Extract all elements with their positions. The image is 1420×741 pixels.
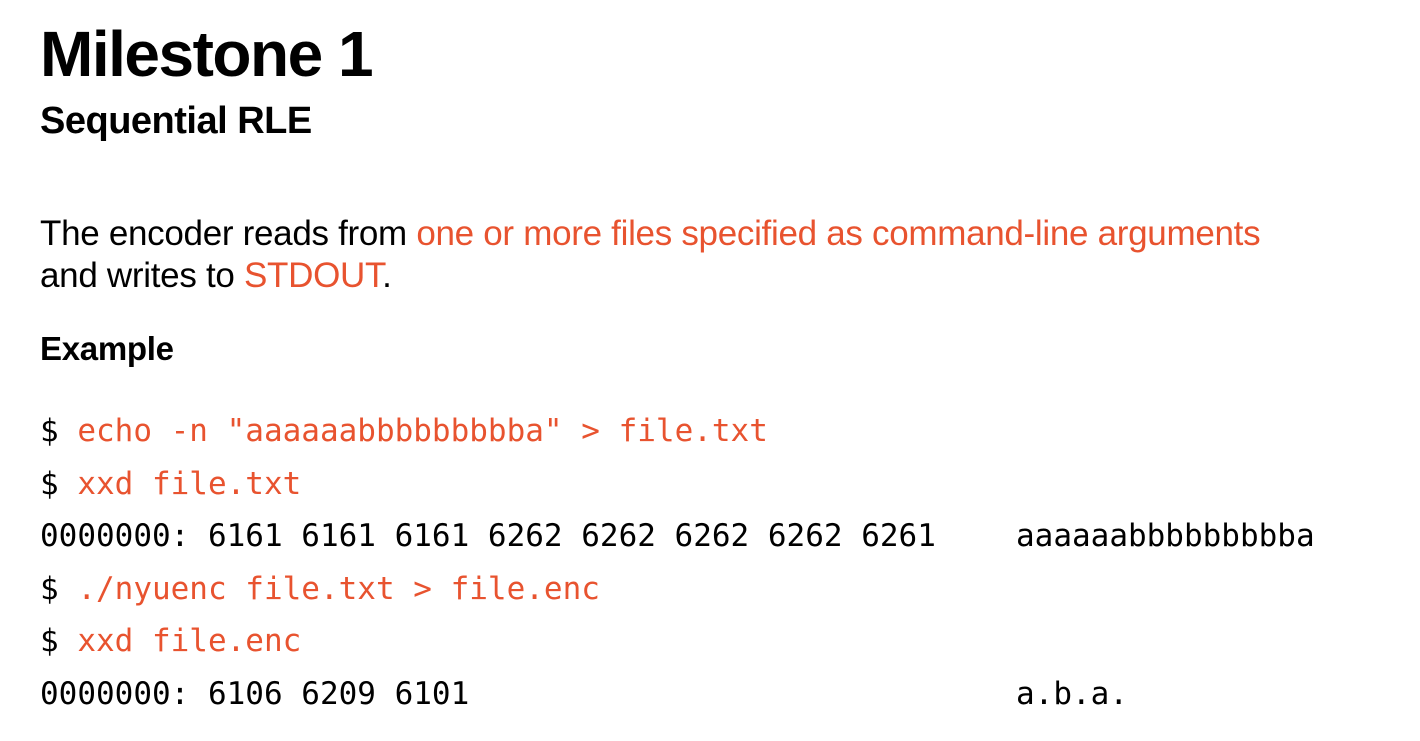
description-highlight-output: STDOUT	[243, 256, 383, 295]
hex-dump: 0000000: 6106 6209 6101	[40, 675, 470, 712]
command-text: echo -n "aaaaaabbbbbbbbba" > file.txt	[77, 413, 768, 449]
ascii-dump: a.b.a.	[1016, 675, 1128, 712]
command-text: xxd file.txt	[77, 465, 302, 502]
slide-subtitle: Sequential RLE	[40, 100, 312, 142]
prompt-symbol: $	[40, 623, 78, 659]
description-text: The encoder reads from	[40, 214, 417, 253]
prompt-symbol: $	[40, 465, 78, 502]
slide: Milestone 1 Sequential RLE The encoder r…	[0, 0, 1420, 741]
example-heading: Example	[40, 330, 174, 367]
description-paragraph: The encoder reads from one or more files…	[40, 213, 1261, 297]
ascii-dump: aaaaaabbbbbbbbba	[1016, 518, 1315, 554]
terminal-command-line: $ xxd file.txt	[40, 458, 936, 511]
command-text: ./nyuenc file.txt > file.enc	[77, 570, 600, 607]
description-highlight-input: one or more files specified as command-l…	[416, 214, 1261, 253]
terminal-command-line: $ ./nyuenc file.txt > file.enc	[40, 563, 936, 616]
slide-title: Milestone 1	[40, 18, 374, 90]
terminal-output-line: 0000000: 6161 6161 6161 6262 6262 6262 6…	[40, 510, 1315, 563]
prompt-symbol: $	[40, 570, 78, 607]
terminal-output-line: 0000000: 6106 6209 6101 a.b.a.	[40, 668, 1128, 721]
hex-dump: 0000000: 6161 6161 6161 6262 6262 6262 6…	[40, 518, 936, 554]
prompt-symbol: $	[40, 413, 78, 449]
terminal-command-line: $ echo -n "aaaaaabbbbbbbbba" > file.txt	[40, 405, 936, 458]
terminal-example: $ echo -n "aaaaaabbbbbbbbba" > file.txt …	[40, 405, 1315, 721]
terminal-command-line: $ xxd file.enc	[40, 615, 936, 668]
description-text: and writes to	[40, 256, 244, 295]
command-text: xxd file.enc	[77, 623, 302, 659]
description-text: .	[382, 256, 392, 295]
